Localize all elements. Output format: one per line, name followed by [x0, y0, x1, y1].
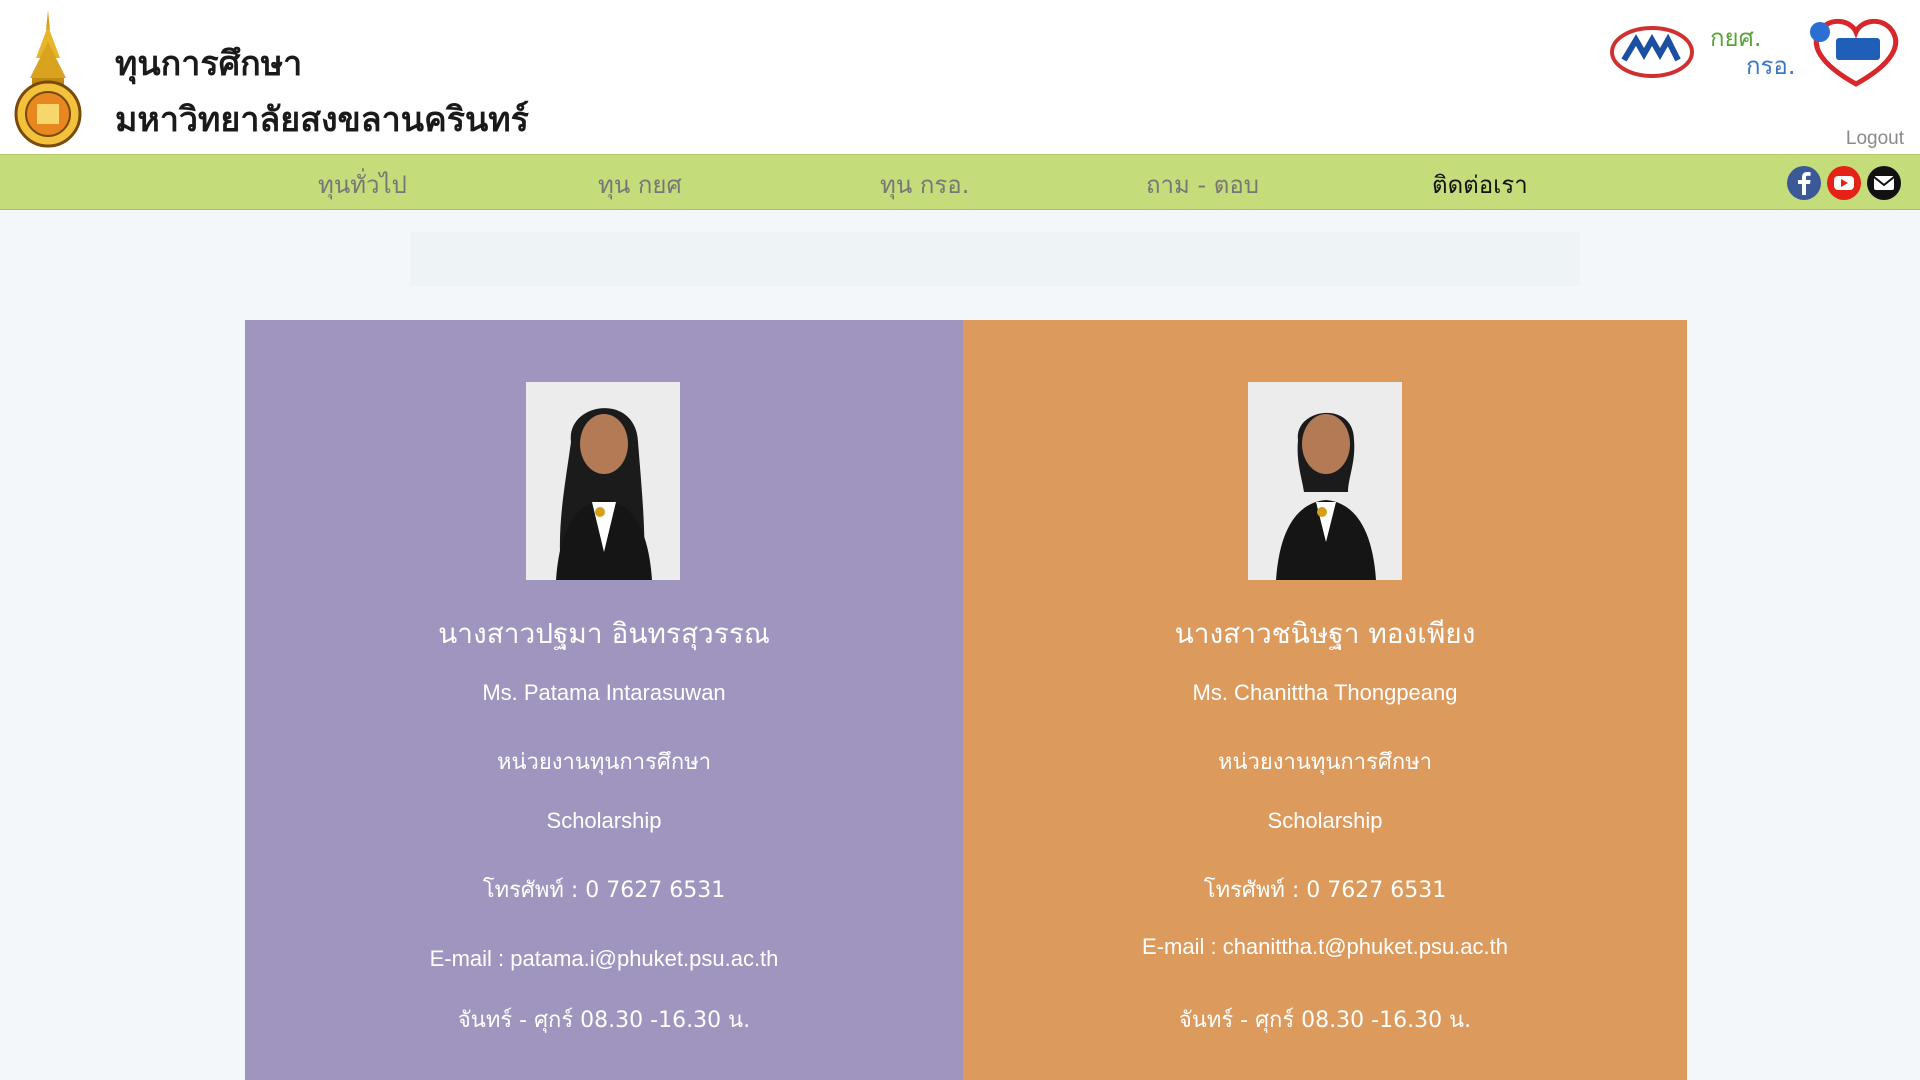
contact-unit-th: หน่วยงานทุนการศึกษา [496, 750, 712, 775]
logout-link[interactable]: Logout [1846, 128, 1904, 150]
partner-logos[interactable]: กยศ. กรอ. [1608, 14, 1908, 90]
partner-text-2: กรอ. [1746, 52, 1795, 80]
nav-item-contact[interactable]: ติดต่อเรา [1432, 165, 1528, 204]
contact-name-th: นางสาวปฐมา อินทรสุวรรณ [438, 617, 770, 650]
contact-cards: นางสาวปฐมา อินทรสุวรรณ Ms. Patama Intara… [245, 320, 1687, 1080]
email-icon[interactable] [1866, 165, 1902, 201]
title-line-2: มหาวิทยาลัยสงขลานครินทร์ [115, 100, 529, 140]
contact-card-1: นางสาวปฐมา อินทรสุวรรณ Ms. Patama Intara… [245, 320, 963, 1080]
contact-hours: จันทร์ - ศุกร์ 08.30 -16.30 น. [1178, 1008, 1472, 1033]
contact-email[interactable]: E-mail : chanittha.t@phuket.psu.ac.th [963, 934, 1687, 960]
youtube-icon[interactable] [1826, 165, 1862, 201]
faded-banner [410, 232, 1580, 286]
contact-name-en: Ms. Chanittha Thongpeang [1192, 680, 1458, 705]
contact-hours: จันทร์ - ศุกร์ 08.30 -16.30 น. [457, 1008, 751, 1033]
contact-phone: โทรศัพท์ : 0 7627 6531 [1203, 878, 1447, 903]
contact-card-2: นางสาวชนิษฐา ทองเพียง Ms. Chanittha Thon… [963, 320, 1687, 1080]
contact-phone: โทรศัพท์ : 0 7627 6531 [482, 878, 726, 903]
university-emblem-logo[interactable] [12, 8, 84, 148]
kts-logo-icon [1610, 26, 1694, 78]
contact-unit-en: Scholarship [546, 808, 662, 833]
site-header: ทุนการศึกษา มหาวิทยาลัยสงขลานครินทร์ กยศ… [0, 0, 1920, 154]
nav-item-kyos-scholarship[interactable]: ทุน กยศ [598, 165, 682, 204]
nav-item-general-scholarship[interactable]: ทุนทั่วไป [318, 165, 407, 204]
contact-photo [526, 382, 680, 580]
contact-name-en: Ms. Patama Intarasuwan [482, 680, 726, 705]
partner-text-1: กยศ. [1710, 24, 1761, 52]
nav-item-kro-scholarship[interactable]: ทุน กรอ. [880, 165, 969, 204]
site-title: ทุนการศึกษา มหาวิทยาลัยสงขลานครินทร์ [115, 36, 529, 148]
nav-item-faq[interactable]: ถาม - ตอบ [1146, 165, 1259, 204]
contact-photo [1248, 382, 1402, 580]
main-nav: ทุนทั่วไป ทุน กยศ ทุน กรอ. ถาม - ตอบ ติด… [0, 154, 1920, 210]
contact-name-th: นางสาวชนิษฐา ทองเพียง [1174, 617, 1476, 650]
title-line-1: ทุนการศึกษา [115, 44, 303, 84]
contact-unit-en: Scholarship [1267, 808, 1383, 833]
facebook-icon[interactable] [1786, 165, 1822, 201]
contact-unit-th: หน่วยงานทุนการศึกษา [1217, 750, 1433, 775]
gro-heart-logo-icon [1810, 18, 1899, 87]
contact-email[interactable]: E-mail : patama.i@phuket.psu.ac.th [245, 946, 963, 972]
